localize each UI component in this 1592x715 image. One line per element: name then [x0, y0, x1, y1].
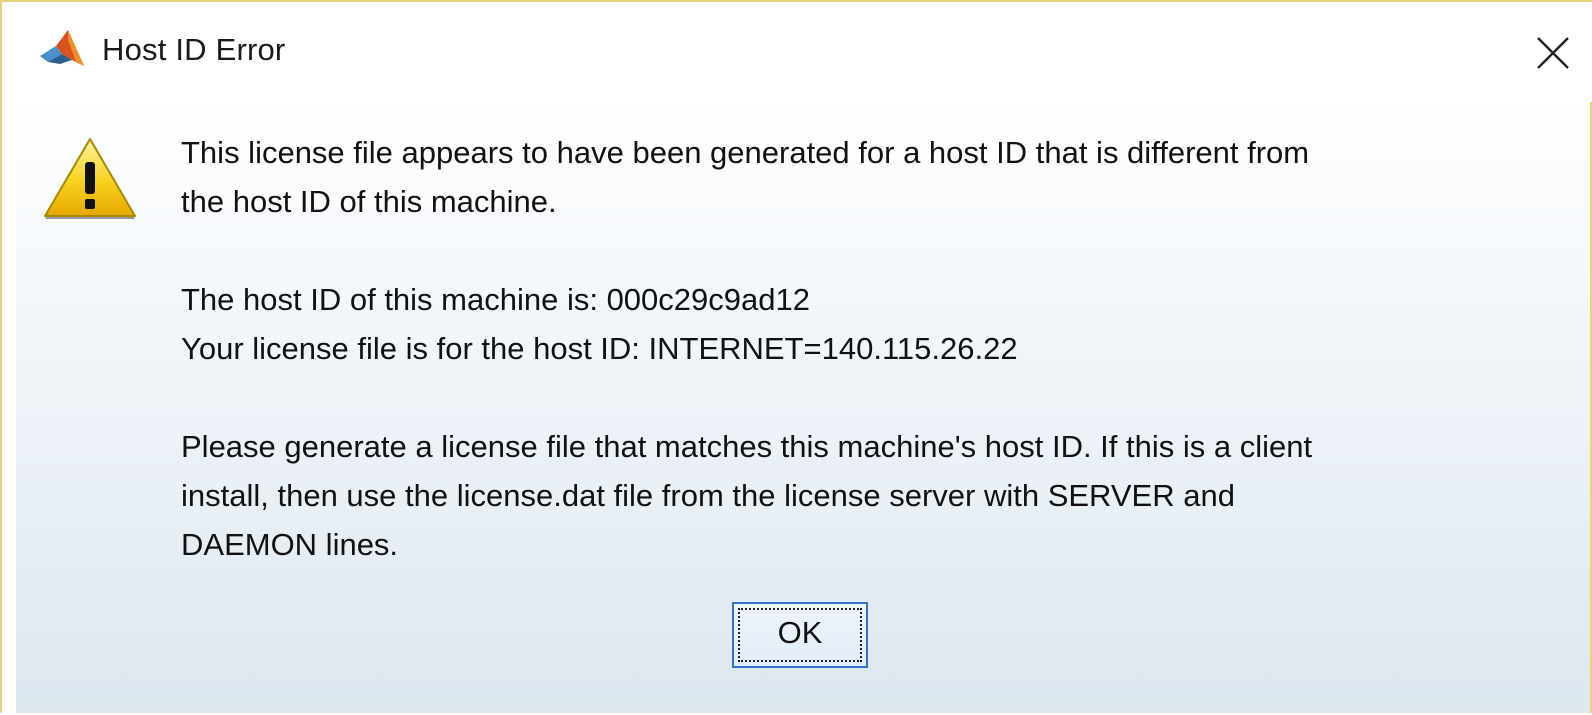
- ok-button[interactable]: OK: [732, 602, 868, 668]
- message-line: the host ID of this machine.: [181, 184, 557, 219]
- close-icon: [1537, 37, 1569, 69]
- matlab-logo-icon: [38, 26, 86, 74]
- message-paragraph-1: This license file appears to have been g…: [181, 128, 1561, 226]
- dialog-title: Host ID Error: [102, 32, 286, 67]
- ok-button-label: OK: [777, 615, 823, 650]
- message-paragraph-2: The host ID of this machine is: 000c29c9…: [181, 275, 1561, 373]
- machine-host-id-line: The host ID of this machine is: 000c29c9…: [181, 282, 810, 317]
- message-line: This license file appears to have been g…: [181, 135, 1310, 170]
- message-paragraph-3: Please generate a license file that matc…: [181, 422, 1561, 569]
- dialog-content: This license file appears to have been g…: [16, 102, 1592, 715]
- dialog-left-edge: [2, 2, 16, 715]
- license-host-id-line: Your license file is for the host ID: IN…: [181, 331, 1018, 366]
- warning-icon: [42, 136, 138, 222]
- message-line: DAEMON lines.: [181, 527, 399, 562]
- message-line: install, then use the license.dat file f…: [181, 478, 1235, 513]
- message-line: Please generate a license file that matc…: [181, 429, 1313, 464]
- title-bar[interactable]: Host ID Error: [16, 2, 1592, 102]
- close-button[interactable]: [1522, 22, 1584, 82]
- host-id-error-dialog: Host ID Error This license file appears …: [0, 0, 1592, 715]
- error-message: This license file appears to have been g…: [181, 128, 1561, 569]
